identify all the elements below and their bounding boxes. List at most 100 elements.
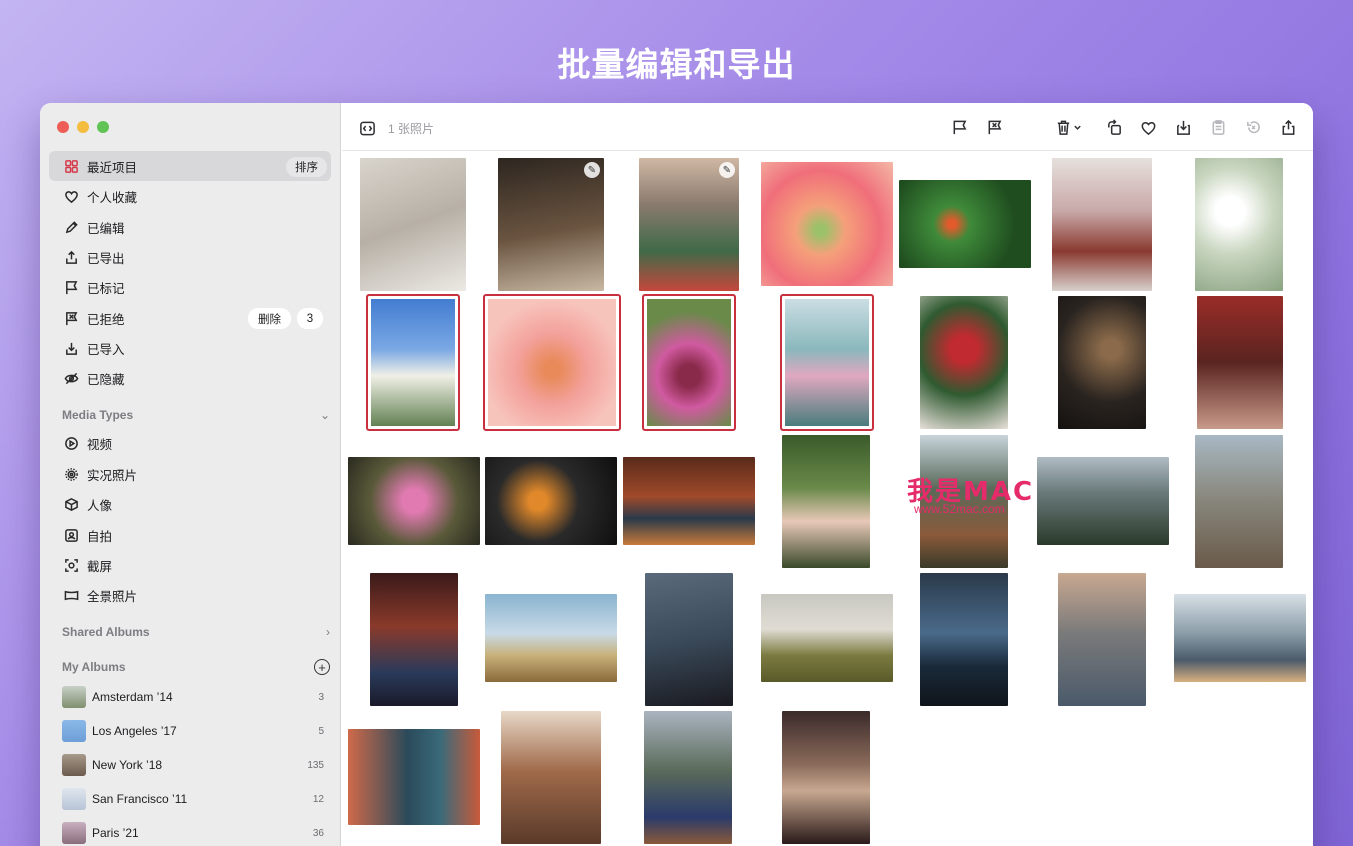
watermark-url: www.52mac.com <box>914 502 1005 516</box>
sidebar-item-label: 截屏 <box>87 559 113 574</box>
sidebar-item-label: 全景照片 <box>87 589 138 604</box>
photos-window: 最近项目 排序 个人收藏 已编辑 已导出 已标记 已拒绝 删除 3 已导入 已隐… <box>40 103 1313 846</box>
photo-tea-pour[interactable]: ✎ <box>498 158 604 291</box>
album-item[interactable]: Amsterdam ’14 3 <box>62 683 324 711</box>
import-export-icon[interactable] <box>1174 118 1192 136</box>
sidebar-item-portraits[interactable]: 人像 <box>49 489 331 519</box>
photo-koi-fish[interactable] <box>485 457 617 545</box>
edited-badge-icon: ✎ <box>719 162 735 178</box>
live-photo-icon <box>63 466 79 482</box>
photo-great-wall[interactable] <box>1195 435 1283 568</box>
photo-frog-on-flower[interactable] <box>761 162 893 286</box>
sidebar-item-videos[interactable]: 视频 <box>49 428 331 458</box>
photo-red-flowers-girl[interactable] <box>920 296 1008 429</box>
export-icon <box>63 249 79 265</box>
album-item[interactable]: Paris ’21 36 <box>62 819 324 846</box>
minimize-button[interactable] <box>77 121 89 133</box>
heart-icon[interactable] <box>1139 118 1157 136</box>
photo-mountain-friends[interactable] <box>644 711 732 844</box>
photo-woman-profile[interactable] <box>645 573 733 706</box>
main-content: 1 张照片 ✎ ✎ 我是MAC www.52mac.com <box>342 103 1313 846</box>
share-icon[interactable] <box>1279 118 1297 136</box>
sidebar-item-imported[interactable]: 已导入 <box>49 333 331 363</box>
photo-stairs-photographer[interactable] <box>348 729 480 825</box>
rotate-icon[interactable] <box>1105 118 1123 136</box>
sidebar-item-label: 已编辑 <box>87 221 125 236</box>
sidebar-item-recents[interactable]: 最近项目 排序 <box>49 151 331 181</box>
grid-icon <box>63 158 79 174</box>
sidebar-item-panoramas[interactable]: 全景照片 <box>49 580 331 610</box>
photo-green-tree-frog[interactable] <box>899 180 1031 268</box>
page-headline: 批量编辑和导出 <box>557 45 796 84</box>
photo-lights-woman[interactable] <box>1058 296 1146 429</box>
photo-couple-seaside[interactable] <box>1174 594 1306 682</box>
sidebar-item-label: 已标记 <box>87 281 125 296</box>
section-header-media-types[interactable]: Media Types ⌄ <box>62 408 330 422</box>
album-item[interactable]: New York ’18 135 <box>62 751 324 779</box>
sidebar-item-rejected[interactable]: 已拒绝 删除 3 <box>49 303 331 333</box>
sidebar-item-favorites[interactable]: 个人收藏 <box>49 181 331 211</box>
close-button[interactable] <box>57 121 69 133</box>
photo-pagoda-blossom[interactable] <box>1052 158 1152 291</box>
album-item[interactable]: Los Angeles ’17 5 <box>62 717 324 745</box>
play-icon <box>63 435 79 451</box>
sidebar-item-label: 个人收藏 <box>87 190 138 205</box>
chevron-down-icon: ⌄ <box>319 408 330 422</box>
screenshot-icon <box>63 557 79 573</box>
flag-icon[interactable] <box>950 118 968 136</box>
photo-blossom-blue-sky[interactable] <box>366 294 460 431</box>
photo-fan-woman[interactable] <box>1197 296 1283 429</box>
chevron-down-icon[interactable] <box>1072 118 1082 136</box>
sidebar-item-label: 自拍 <box>87 529 113 544</box>
photo-portrait-short-hair[interactable] <box>360 158 466 291</box>
panorama-icon <box>63 587 79 603</box>
sidebar: 最近项目 排序 个人收藏 已编辑 已导出 已标记 已拒绝 删除 3 已导入 已隐… <box>40 103 341 846</box>
trash-icon[interactable] <box>1054 118 1072 136</box>
photo-lotus-pond[interactable] <box>780 294 874 431</box>
reject-flag-icon <box>63 310 79 326</box>
photo-white-blossom[interactable] <box>1195 158 1283 291</box>
photo-street-cyclists[interactable] <box>501 711 601 844</box>
edited-badge-icon: ✎ <box>584 162 600 178</box>
delete-rejected-button[interactable]: 删除 <box>248 308 291 329</box>
photo-night-market[interactable] <box>782 711 870 844</box>
zoom-button[interactable] <box>97 121 109 133</box>
photo-alley-lanterns[interactable] <box>370 573 458 706</box>
sidebar-item-live-photos[interactable]: 实况照片 <box>49 459 331 489</box>
sidebar-item-label: 人像 <box>87 498 113 513</box>
add-album-icon[interactable]: + <box>314 659 330 675</box>
sidebar-item-label: 实况照片 <box>87 468 138 483</box>
sidebar-item-selfies[interactable]: 自拍 <box>49 520 331 550</box>
revert-icon[interactable] <box>1244 118 1262 136</box>
sidebar-item-flagged[interactable]: 已标记 <box>49 272 331 302</box>
photo-count-label: 1 张照片 <box>388 121 435 136</box>
sidebar-item-screenshots[interactable]: 截屏 <box>49 550 331 580</box>
photo-girl-arms-field[interactable] <box>761 594 893 682</box>
toggle-sidebar-icon[interactable] <box>358 119 376 137</box>
photo-purple-peony[interactable] <box>642 294 736 431</box>
photo-pink-peony[interactable] <box>483 294 621 431</box>
photo-pink-lotus[interactable] <box>348 457 480 545</box>
cube-icon <box>63 496 79 512</box>
reject-flag-icon[interactable] <box>985 118 1003 136</box>
clipboard-icon[interactable] <box>1209 118 1227 136</box>
import-icon <box>63 340 79 356</box>
photo-woman-in-leaves[interactable] <box>782 435 870 568</box>
sidebar-item-exported[interactable]: 已导出 <box>49 242 331 272</box>
photo-shrine-statue[interactable] <box>623 457 755 545</box>
photo-girl-in-field[interactable] <box>485 594 617 682</box>
section-header-my-albums: My Albums + <box>62 659 330 675</box>
album-thumbnail <box>62 720 86 742</box>
photo-city-night[interactable] <box>920 573 1008 706</box>
sidebar-item-hidden[interactable]: 已隐藏 <box>49 363 331 393</box>
album-item[interactable]: San Francisco ’11 12 <box>62 785 324 813</box>
section-header-shared-albums[interactable]: Shared Albums › <box>62 625 330 639</box>
photo-city-bridge[interactable]: ✎ <box>639 158 739 291</box>
rejected-count: 3 <box>297 308 323 329</box>
sidebar-item-edited[interactable]: 已编辑 <box>49 212 331 242</box>
photo-man-with-camera[interactable] <box>1058 573 1146 706</box>
hidden-icon <box>63 370 79 386</box>
sidebar-item-label: 最近项目 <box>87 160 138 175</box>
sort-button[interactable]: 排序 <box>286 157 327 177</box>
photo-stone-pillars[interactable] <box>1037 457 1169 545</box>
